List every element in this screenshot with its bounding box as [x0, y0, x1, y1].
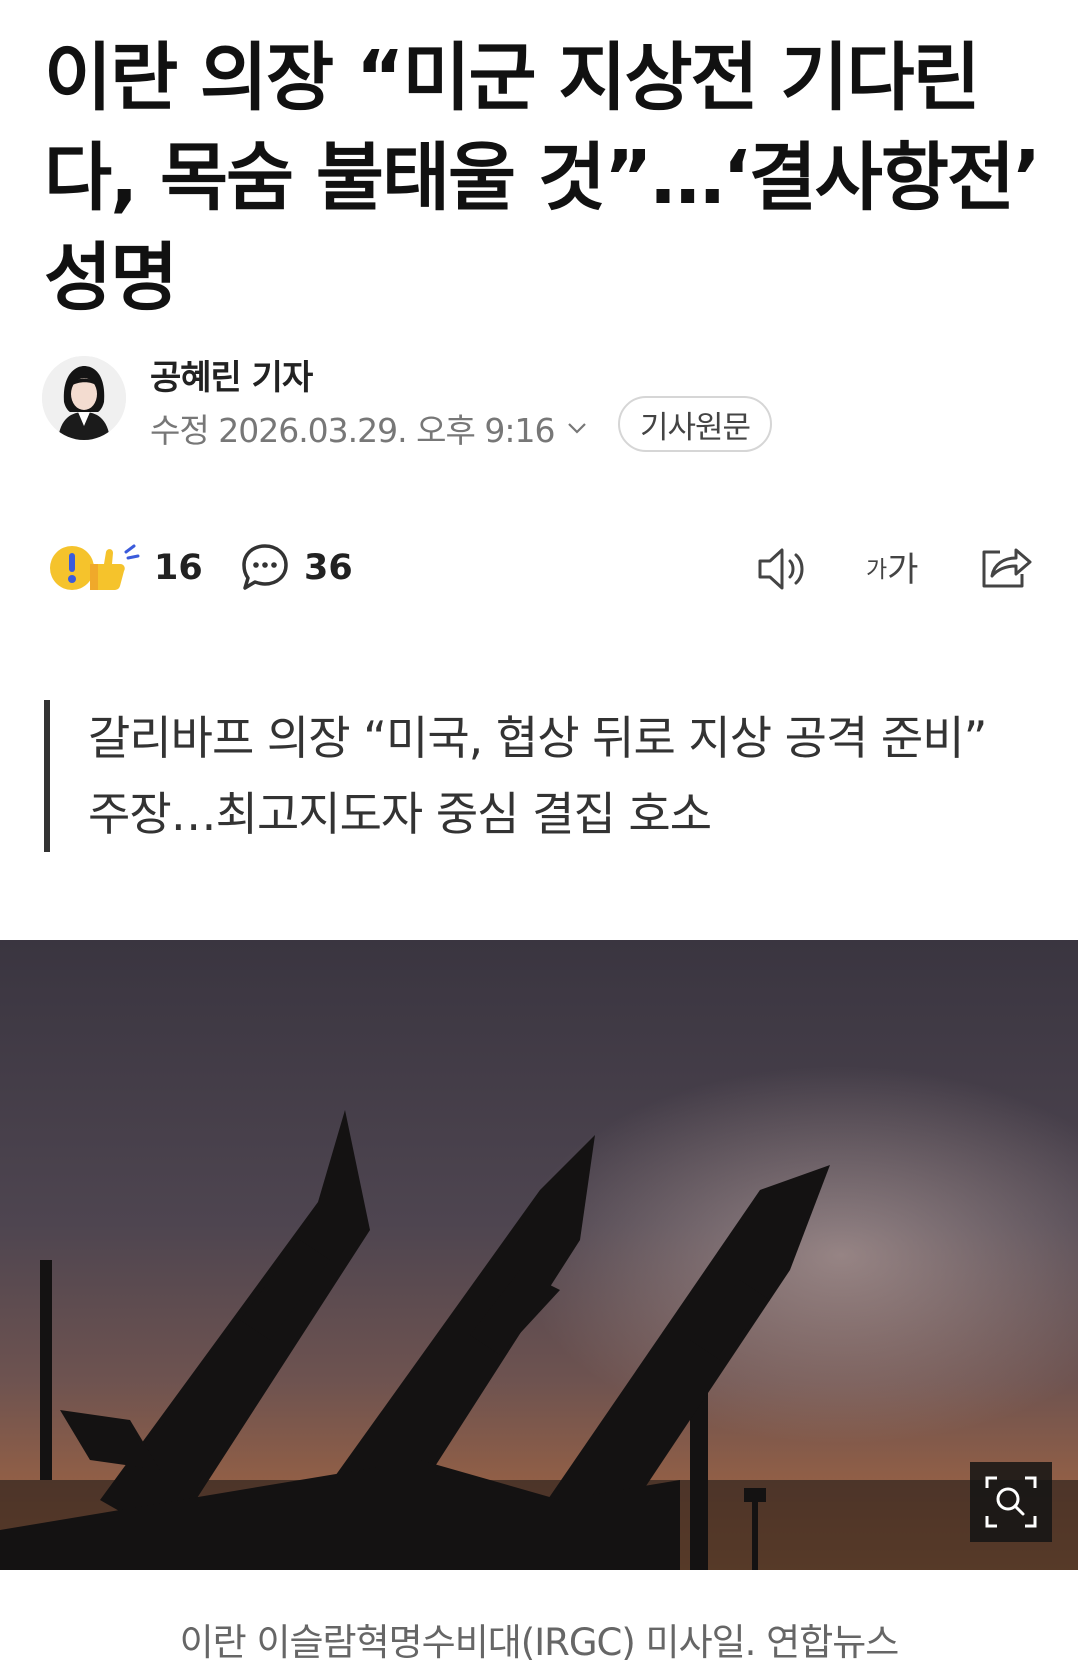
article-summary: 갈리바프 의장 “미국, 협상 뒤로 지상 공격 준비” 주장…최고지도자 중심…	[44, 700, 1004, 852]
speaker-icon	[758, 548, 804, 590]
modified-date[interactable]: 수정 2026.03.29. 오후 9:16	[150, 404, 588, 452]
comment-button[interactable]: 36	[240, 540, 353, 596]
reaction-emoji-icon	[50, 544, 140, 590]
zoom-icon	[985, 1476, 1037, 1528]
article-toolbar: 16 36 가 가	[0, 540, 1078, 600]
share-button[interactable]	[978, 540, 1034, 592]
share-icon	[982, 548, 1032, 588]
original-article-button[interactable]: 기사원문	[618, 396, 773, 452]
chevron-down-icon	[568, 423, 587, 434]
font-size-button[interactable]: 가 가	[866, 542, 918, 591]
reporter-name[interactable]: 공혜린 기자	[150, 350, 313, 399]
modified-date-text: 수정 2026.03.29. 오후 9:16	[150, 411, 555, 450]
photo-zoom-button[interactable]	[970, 1462, 1052, 1542]
article-photo[interactable]	[0, 940, 1078, 1570]
article-title: 이란 의장 “미군 지상전 기다린다, 목숨 불태울 것”…‘결사항전’ 성명	[44, 35, 1041, 321]
font-size-small-label: 가	[866, 556, 888, 583]
comment-bubble-icon	[242, 544, 288, 590]
photo-caption: 이란 이슬람혁명수비대(IRGC) 미사일. 연합뉴스	[179, 1621, 900, 1664]
comment-count: 36	[304, 548, 353, 588]
audio-button[interactable]	[756, 544, 812, 594]
reaction-count: 16	[154, 548, 203, 588]
font-size-large-label: 가	[887, 550, 919, 590]
reaction-button[interactable]: 16	[50, 540, 203, 596]
reporter-avatar[interactable]	[42, 356, 126, 440]
